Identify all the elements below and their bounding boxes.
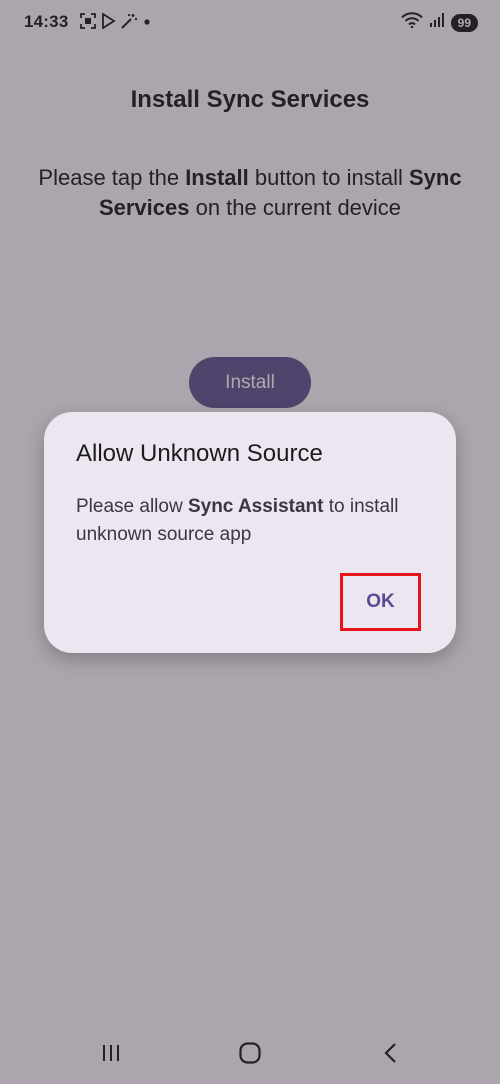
- dialog-message: Please allow Sync Assistant to install u…: [76, 493, 436, 549]
- ok-button[interactable]: OK: [340, 573, 421, 631]
- dialog-message-app-name: Sync Assistant: [187, 496, 324, 517]
- dialog-message-prefix: Please allow: [76, 496, 188, 517]
- dialog-title: Allow Unknown Source: [76, 440, 323, 467]
- allow-unknown-source-dialog: Allow Unknown Source Please allow Sync A…: [44, 412, 456, 653]
- app-screen: 14:33 99 Install Sync Services Please ta…: [0, 0, 500, 1084]
